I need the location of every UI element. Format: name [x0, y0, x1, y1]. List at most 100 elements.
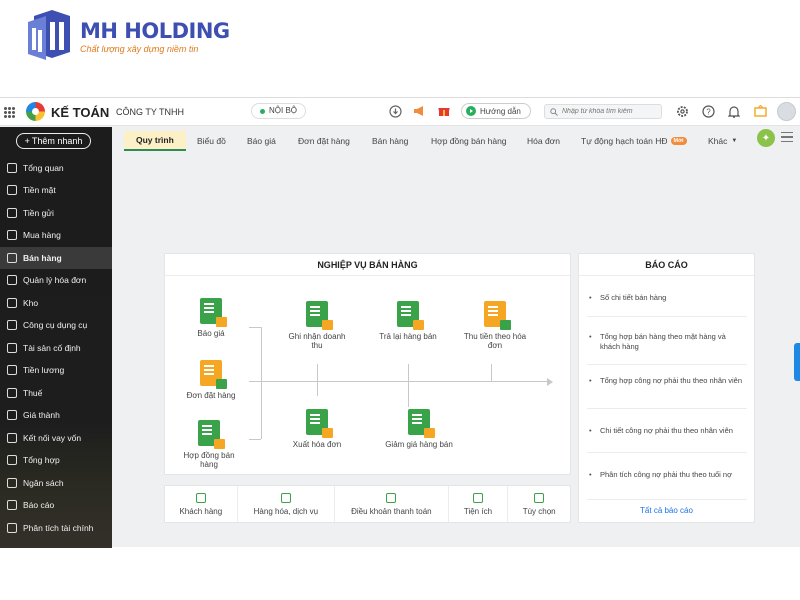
lightbulb-icon[interactable]: ✦ [757, 129, 775, 147]
util-tuy-chon[interactable]: Tùy chọn [508, 486, 570, 522]
filter-list-icon[interactable] [781, 132, 793, 142]
order-document-icon [200, 360, 227, 389]
node-label: Hợp đồng bán hàng [183, 451, 235, 469]
scope-label: NỘI BỘ [269, 106, 298, 115]
salary-icon [7, 365, 17, 375]
node-ghi-nhan-doanh-thu[interactable]: Ghi nhận doanh thu [287, 301, 347, 350]
util-label: Khách hàng [179, 506, 223, 516]
tools-icon [7, 320, 17, 330]
tab-bieu-do[interactable]: Biểu đồ [197, 131, 226, 151]
payment-terms-icon [386, 492, 397, 503]
tools-icon [472, 492, 483, 503]
sidebar-item-tien-gui[interactable]: Tiền gửi [0, 202, 112, 224]
quote-document-icon [200, 298, 227, 327]
sidebar-item-cong-cu-dung-cu[interactable]: Công cụ dụng cụ [0, 314, 112, 336]
sidebar-item-phan-tich-tai-chinh[interactable]: Phân tích tài chính [0, 517, 112, 539]
sidebar-item-tien-mat[interactable]: Tiền mặt [0, 179, 112, 201]
sidebar-item-label: Bán hàng [23, 253, 62, 263]
sidebar-item-quan-ly-hoa-don[interactable]: Quản lý hóa đơn [0, 269, 112, 291]
guide-label: Hướng dẫn [480, 106, 521, 116]
mh-logo-icon [28, 10, 70, 60]
tab-hop-dong-ban-hang[interactable]: Hợp đồng bán hàng [431, 131, 507, 151]
sidebar-item-bao-cao[interactable]: Báo cáo [0, 494, 112, 516]
report-link[interactable]: Chi tiết công nợ phải thu theo nhân viên [587, 426, 747, 436]
quick-add-button[interactable]: + Thêm nhanh [16, 133, 91, 149]
bank-icon [7, 208, 17, 218]
tab-label: Tự động hạch toán HĐ [581, 136, 668, 146]
util-khach-hang[interactable]: Khách hàng [165, 486, 238, 522]
sidebar-item-ket-noi-vay-von[interactable]: Kết nối vay vốn [0, 427, 112, 449]
sidebar-item-thue[interactable]: Thuế [0, 382, 112, 404]
util-label: Tùy chọn [522, 506, 556, 516]
brand-tagline: Chất lượng xây dựng niềm tin [80, 43, 199, 54]
node-don-dat-hang[interactable]: Đơn đặt hàng [177, 360, 245, 400]
connector-line [408, 364, 409, 381]
report-link[interactable]: Sổ chi tiết bán hàng [587, 293, 747, 303]
sidebar-item-ban-hang[interactable]: Bán hàng [0, 247, 112, 269]
sidebar-item-tai-san-co-dinh[interactable]: Tài sản cố định [0, 337, 112, 359]
util-label: Hàng hóa, dịch vụ [253, 506, 319, 516]
guide-button[interactable]: Hướng dẫn [461, 103, 531, 119]
help-icon[interactable]: ? [701, 104, 715, 118]
megaphone-icon[interactable] [413, 104, 427, 118]
sidebar-item-mua-hang[interactable]: Mua hàng [0, 224, 112, 246]
util-label: Điều khoản thanh toán [351, 506, 432, 516]
sidebar-item-label: Mua hàng [23, 230, 61, 240]
sidebar-item-tien-luong[interactable]: Tiền lương [0, 359, 112, 381]
search-input[interactable] [562, 108, 658, 115]
tab-hoa-don[interactable]: Hóa đơn [527, 131, 560, 151]
avatar[interactable] [777, 102, 796, 121]
tab-quy-trinh[interactable]: Quy trình [124, 131, 186, 151]
brand-logo: MH HOLDING Chất lượng xây dựng niềm tin [24, 8, 230, 64]
budget-icon [7, 478, 17, 488]
util-hang-hoa-dich-vu[interactable]: Hàng hóa, dịch vụ [238, 486, 336, 522]
node-xuat-hoa-don[interactable]: Xuất hóa đơn [285, 409, 349, 449]
apps-grid-icon[interactable] [4, 107, 15, 118]
tax-icon [7, 388, 17, 398]
node-giam-gia-hang-ban[interactable]: Giảm giá hàng bán [377, 409, 461, 449]
inbox-icon[interactable] [753, 104, 767, 118]
sidebar-item-label: Ngân sách [23, 478, 64, 488]
connector-line [249, 439, 261, 440]
node-tra-lai-hang-ban[interactable]: Trả lại hàng bán [371, 301, 445, 341]
caret-down-icon: ▼ [731, 138, 738, 144]
sidebar-item-label: Báo cáo [23, 500, 55, 510]
connector-line [317, 364, 318, 396]
util-dieu-khoan-thanh-toan[interactable]: Điều khoản thanh toán [335, 486, 449, 522]
tab-ban-hang[interactable]: Bán hàng [372, 131, 408, 151]
report-link[interactable]: Phân tích công nợ phải thu theo tuổi nợ [587, 470, 747, 480]
node-bao-gia[interactable]: Báo giá [183, 298, 239, 338]
search-box[interactable] [544, 104, 662, 119]
sidebar-item-tong-hop[interactable]: Tổng hợp [0, 449, 112, 471]
return-document-icon [397, 301, 424, 330]
gift-icon[interactable] [437, 104, 451, 118]
all-reports-link[interactable]: Tất cả báo cáo [579, 506, 754, 515]
sidebar-item-kho[interactable]: Kho [0, 292, 112, 314]
scope-selector[interactable]: NỘI BỘ [251, 103, 307, 119]
node-hop-dong-ban-hang[interactable]: Hợp đồng bán hàng [179, 420, 239, 469]
tab-khac[interactable]: Khác ▼ [708, 131, 737, 151]
node-thu-tien-theo-hoa-don[interactable]: Thu tiền theo hóa đơn [463, 301, 527, 350]
sidebar-item-ngan-sach[interactable]: Ngân sách [0, 472, 112, 494]
tab-don-dat-hang[interactable]: Đơn đặt hàng [298, 131, 350, 151]
summary-icon [7, 455, 17, 465]
company-name[interactable]: CÔNG TY TNHH [116, 107, 184, 117]
sidebar-item-label: Tài sản cố định [23, 343, 81, 353]
customer-icon [195, 492, 206, 503]
search-icon [550, 107, 558, 116]
tab-tu-dong-hach-toan[interactable]: Tự động hạch toán HĐ Mới [581, 131, 687, 151]
settings-icon[interactable] [675, 104, 689, 118]
sidebar-item-gia-thanh[interactable]: Giá thành [0, 404, 112, 426]
bell-icon[interactable] [727, 104, 741, 118]
side-drawer-handle[interactable] [794, 343, 800, 381]
sidebar-item-label: Tiền lương [23, 365, 65, 375]
sidebar-item-tong-quan[interactable]: Tổng quan [0, 157, 112, 179]
download-icon[interactable] [388, 104, 402, 118]
report-link[interactable]: Tổng hợp bán hàng theo mặt hàng và khách… [587, 332, 747, 352]
plus-icon: + [24, 136, 30, 146]
tab-bao-gia[interactable]: Báo giá [247, 131, 276, 151]
sidebar-item-label: Kết nối vay vốn [23, 433, 82, 443]
report-link[interactable]: Tổng hợp công nợ phải thu theo nhân viên [587, 376, 747, 386]
sidebar-item-label: Quản lý hóa đơn [23, 275, 87, 285]
util-tien-ich[interactable]: Tiện ích [449, 486, 509, 522]
